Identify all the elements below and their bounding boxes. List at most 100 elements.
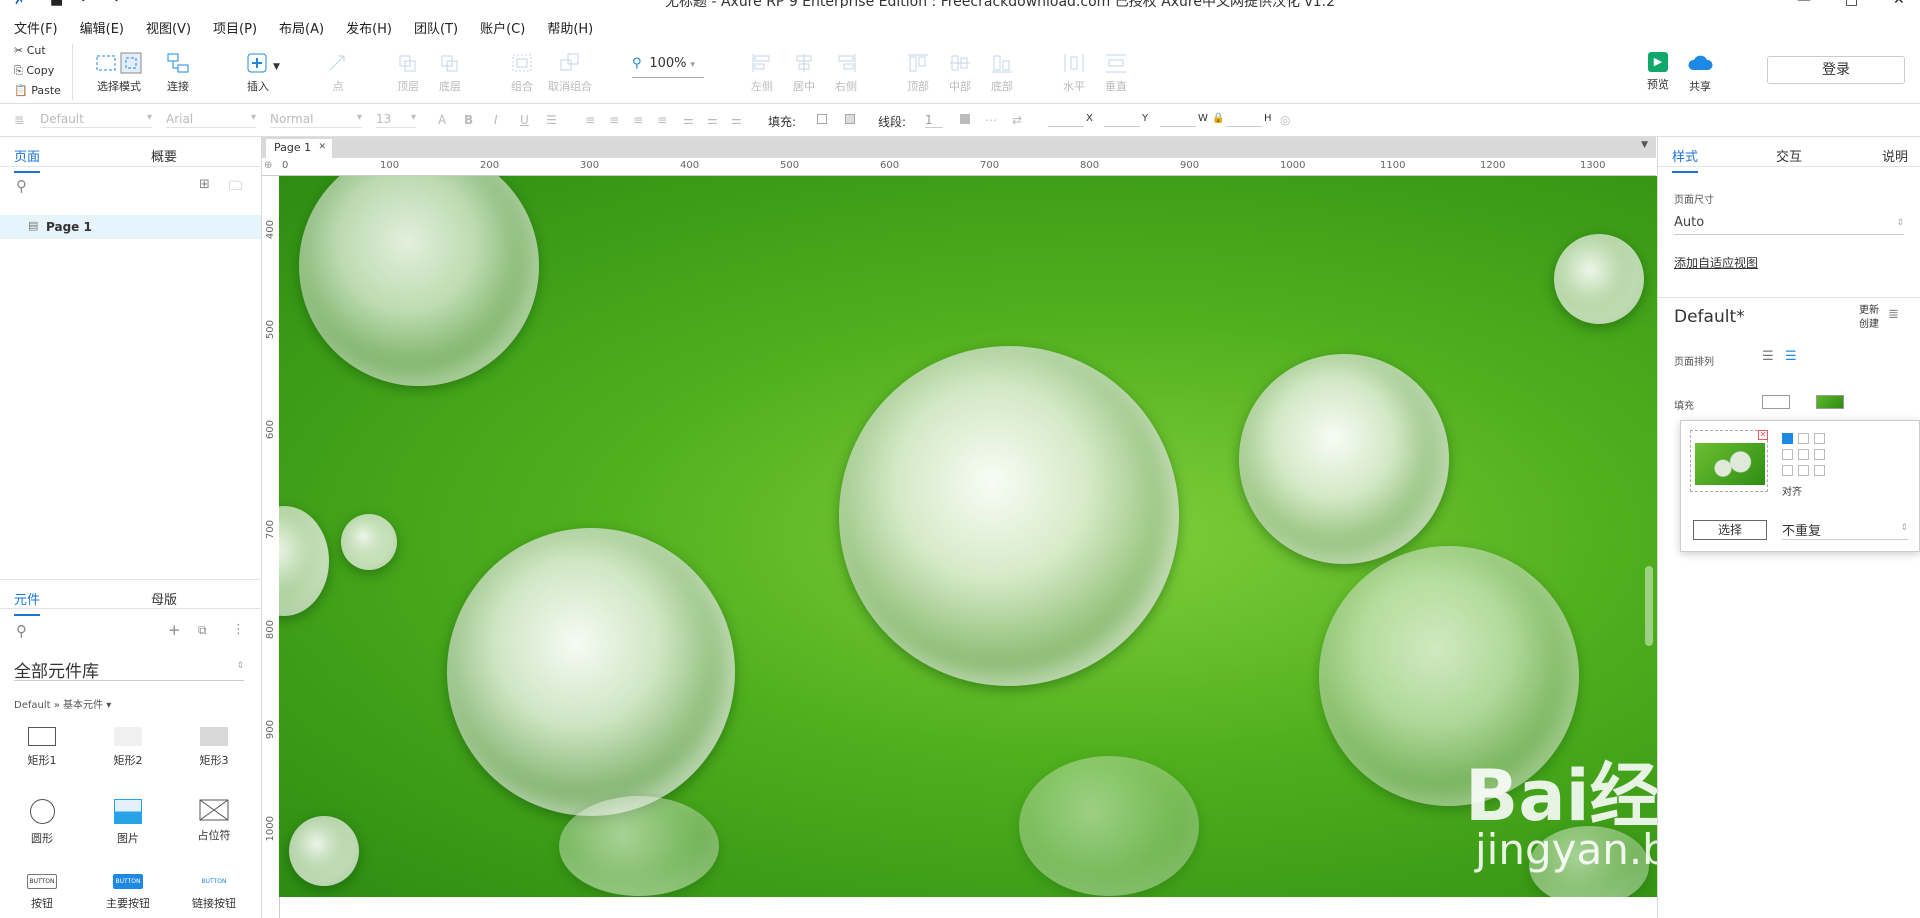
tab-pages[interactable]: 页面 (14, 146, 41, 173)
menu-project[interactable]: 项目(P) (199, 18, 265, 37)
bold-icon[interactable]: B (464, 113, 473, 127)
h-input[interactable] (1226, 113, 1262, 127)
zoom-select[interactable]: ⚲ 100% ▾ (632, 56, 704, 78)
align-cell[interactable] (1814, 449, 1825, 460)
font-weight-select[interactable]: Normal (270, 112, 362, 128)
undo-icon[interactable]: ↶ (80, 0, 94, 7)
fill-color-swatch[interactable] (1762, 395, 1790, 409)
repeat-select[interactable]: 不重复 ⇕ (1782, 520, 1908, 540)
tab-close-icon[interactable]: ✕ (318, 142, 326, 152)
cut-button[interactable]: ✂ Cut (14, 44, 46, 57)
page-item[interactable]: ▤ Page 1 (0, 215, 261, 239)
bottom-layer-button[interactable]: 底层 (420, 52, 480, 94)
visibility-icon[interactable]: ◎ (1280, 113, 1290, 127)
widget-image[interactable]: 图片 (98, 799, 158, 846)
ungroup-button[interactable]: 取消组合 (540, 52, 600, 94)
insert-button[interactable]: 插入 (228, 52, 288, 94)
line-width-input[interactable]: 1 (925, 113, 943, 128)
fill-image-swatch[interactable] (845, 114, 855, 124)
widget-rect1[interactable]: 矩形1 (12, 727, 72, 768)
widget-primary-button[interactable]: BUTTON 主要按钮 (98, 874, 158, 911)
w-input[interactable] (1160, 113, 1196, 127)
menu-view[interactable]: 视图(V) (132, 18, 199, 37)
chevron-down-icon[interactable]: ▼ (273, 62, 280, 72)
update-style-button[interactable]: 更新 (1859, 301, 1879, 316)
menu-help[interactable]: 帮助(H) (533, 18, 601, 37)
tab-style[interactable]: 样式 (1672, 146, 1699, 173)
more-vertical-icon[interactable]: ⋮ (232, 622, 245, 637)
menu-team[interactable]: 团队(T) (400, 18, 466, 37)
valign-bottom-icon[interactable]: ⚌ (731, 113, 742, 127)
style-manage-icon[interactable]: ≣ (1888, 307, 1899, 322)
text-align-left-icon[interactable]: ≡ (585, 113, 595, 127)
tab-interactions[interactable]: 交互 (1776, 146, 1802, 165)
remove-image-icon[interactable]: ✕ (1758, 430, 1768, 440)
scrollbar-thumb[interactable] (1645, 566, 1653, 646)
align-cell[interactable] (1782, 449, 1793, 460)
align-cell[interactable] (1814, 433, 1825, 444)
line-style-icon[interactable]: ⋯ (985, 113, 997, 127)
align-cell-top-left[interactable] (1782, 433, 1793, 444)
arrange-left-icon[interactable]: ☰ (1762, 349, 1774, 364)
add-library-icon[interactable]: + (168, 621, 181, 639)
tab-notes[interactable]: 说明 (1882, 146, 1908, 165)
line-color-swatch[interactable] (960, 114, 970, 124)
tabs-dropdown-icon[interactable]: ▼ (1641, 140, 1648, 150)
align-cell[interactable] (1798, 433, 1809, 444)
x-input[interactable] (1048, 113, 1084, 127)
align-cell[interactable] (1814, 465, 1825, 476)
point-button[interactable]: 点 (308, 52, 368, 94)
alignment-grid[interactable] (1782, 433, 1825, 476)
widget-button[interactable]: BUTTON 按钮 (12, 874, 72, 911)
minimize-icon[interactable]: — (1797, 0, 1811, 7)
align-cell[interactable] (1782, 465, 1793, 476)
font-select[interactable]: Arial (166, 112, 256, 128)
font-color-icon[interactable]: A (438, 113, 446, 127)
add-folder-icon[interactable]: 🗀 (229, 177, 242, 199)
text-justify-icon[interactable]: ≡ (657, 113, 667, 127)
style-select[interactable]: Default (40, 112, 152, 128)
align-cell[interactable] (1798, 449, 1809, 460)
menu-edit[interactable]: 编辑(E) (66, 18, 132, 37)
tab-masters[interactable]: 母版 (151, 589, 177, 608)
library-breadcrumb[interactable]: Default » 基本元件 ▾ (14, 696, 111, 711)
widget-link-button[interactable]: BUTTON 链接按钮 (184, 874, 244, 911)
select-mode-button[interactable]: 选择模式 (88, 52, 150, 94)
lock-icon[interactable]: 🔒 (1212, 113, 1224, 124)
widget-circle[interactable]: 圆形 (12, 799, 72, 846)
paste-button[interactable]: 📋 Paste (14, 84, 61, 97)
connect-button[interactable]: 连接 (148, 52, 208, 94)
canvas-background-image[interactable] (279, 176, 1657, 897)
save-icon[interactable]: ■ (50, 0, 64, 7)
text-align-center-icon[interactable]: ≡ (609, 113, 619, 127)
align-right-button[interactable]: 右侧 (816, 52, 876, 94)
distribute-vertical-button[interactable]: 垂直 (1086, 52, 1146, 94)
search-icon[interactable]: ⚲ (16, 177, 27, 195)
bullet-list-icon[interactable]: ☰ (546, 113, 557, 127)
menu-publish[interactable]: 发布(H) (332, 18, 400, 37)
maximize-icon[interactable]: □ (1845, 0, 1859, 7)
widget-rect3[interactable]: 矩形3 (184, 727, 244, 768)
align-bottom-button[interactable]: 底部 (972, 52, 1032, 94)
valign-top-icon[interactable]: ⚌ (683, 113, 694, 127)
select-image-button[interactable]: 选择 (1693, 520, 1767, 540)
y-input[interactable] (1104, 113, 1140, 127)
widget-placeholder[interactable]: 占位符 (184, 799, 244, 843)
login-button[interactable]: 登录 (1767, 56, 1905, 84)
align-cell[interactable] (1798, 465, 1809, 476)
tab-widgets[interactable]: 元件 (14, 589, 41, 616)
copy-button[interactable]: ⎘ Copy (14, 64, 54, 78)
close-icon[interactable]: ✕ (1893, 0, 1907, 7)
text-align-right-icon[interactable]: ≡ (633, 113, 643, 127)
library-search-icon[interactable]: ⚲ (16, 622, 27, 640)
menu-account[interactable]: 账户(C) (466, 18, 533, 37)
menu-arrange[interactable]: 布局(A) (265, 18, 332, 37)
fill-image-swatch[interactable] (1816, 395, 1844, 409)
underline-icon[interactable]: U (520, 113, 529, 127)
widget-rect2[interactable]: 矩形2 (98, 727, 158, 768)
italic-icon[interactable]: I (494, 113, 498, 127)
font-size-select[interactable]: 13 (376, 112, 416, 128)
share-button[interactable]: 共享 (1670, 52, 1730, 94)
add-page-icon[interactable]: ⊞ (199, 177, 210, 192)
page-tab[interactable]: Page 1 ✕ (266, 139, 332, 158)
